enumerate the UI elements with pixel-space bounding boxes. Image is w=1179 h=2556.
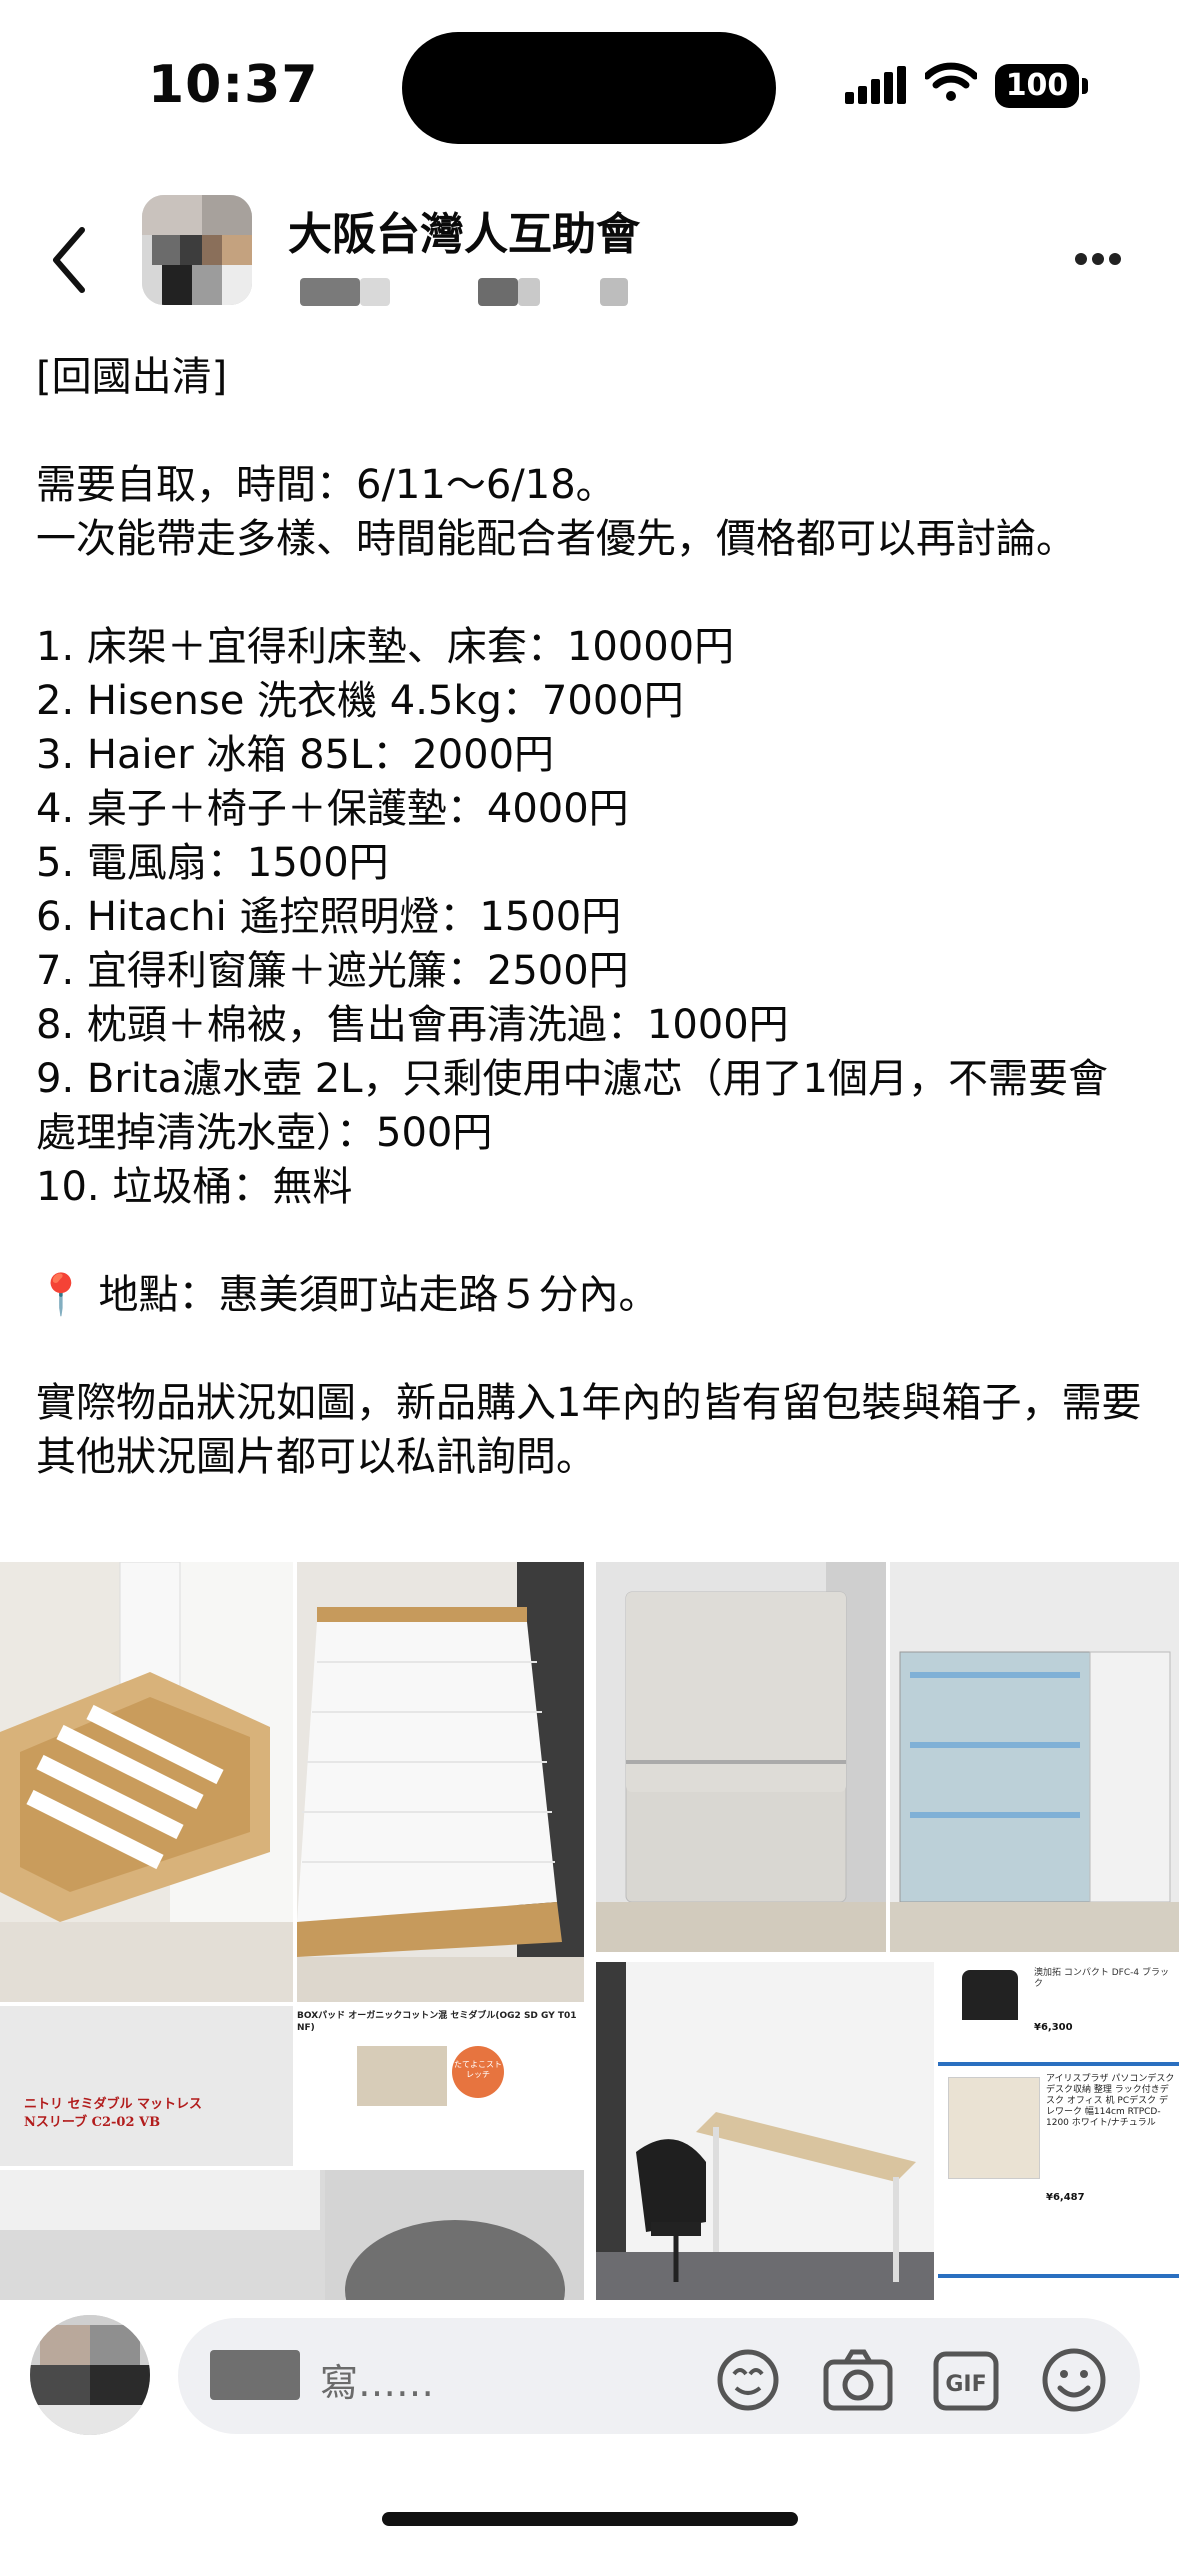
listing-divider [938,2274,1179,2278]
svg-text:GIF: GIF [945,2372,986,2397]
box-pad-title: BOXパッド オーガニックコットン混 セミダブル(OG2 SD GY T01 N… [297,2011,577,2033]
post-body: [回國出清] 需要自取，時間：6/11～6/18。 一次能帶走多樣、時間能配合者… [36,354,1142,1480]
photo-grid: ニトリ セミダブル マットレス Nスリーブ C2-02 VB BOXパッド オー… [0,1562,1179,2302]
desk-listing-2: 澳加拓 コンパクト DFC-4 ブラック [1034,1968,1169,1989]
blurred-author-block [360,278,390,306]
photo-washer[interactable] [0,2170,584,2302]
battery-level: 100 [995,64,1079,108]
home-indicator[interactable] [382,2512,798,2526]
group-avatar[interactable] [142,195,252,305]
cellular-signal-icon [845,66,906,104]
desk-listing-1: アイリスプラザ パソコンデスク デスク収納 整理 ラック付きデスク オフィス 机… [1046,2074,1175,2128]
smiley-icon[interactable] [1038,2344,1110,2416]
blurred-author-block [300,278,360,306]
mattress-label-text: ニトリ セミダブル マットレス Nスリーブ C2-02 VB [24,2097,203,2130]
wifi-icon [925,62,977,101]
comment-placeholder[interactable]: 寫…… [320,2352,434,2407]
chevron-left-icon[interactable] [42,220,102,300]
photo-box-pad-listing[interactable]: BOXパッド オーガニックコットン混 セミダブル(OG2 SD GY T01 N… [297,2006,584,2166]
photo-desk-listing[interactable]: 澳加拓 コンパクト DFC-4 ブラック ¥6,300 アイリスプラザ パソコン… [938,1962,1179,2302]
gif-icon[interactable]: GIF [930,2344,1002,2416]
desk-price-2: ¥6,300 [1034,2022,1073,2033]
more-dots-icon[interactable] [1075,250,1126,269]
blurred-author-block [600,278,628,306]
avatar-sticker-icon[interactable] [712,2344,784,2416]
photo-desk-chair[interactable] [596,1962,934,2302]
camera-icon[interactable] [820,2344,896,2416]
box-pad-image [357,2046,447,2106]
chair-thumbnail [962,1970,1018,2020]
photo-fridge-open[interactable] [890,1562,1179,1952]
status-time: 10:37 [148,55,319,115]
blurred-author-block [210,2350,300,2400]
photo-fridge-closed[interactable] [596,1562,886,1952]
photo-bed-frame[interactable] [0,1562,293,2002]
blurred-author-block [518,278,540,306]
box-pad-badge: たてよこストレッチ [452,2046,504,2098]
group-name[interactable]: 大阪台灣人互助會 [288,198,640,262]
dynamic-island [402,32,776,144]
blurred-author-block [478,278,518,306]
desk-price-1: ¥6,487 [1046,2192,1085,2203]
photo-mattress[interactable] [297,1562,584,2002]
status-bar: 10:37 100 [0,0,1179,170]
avatar[interactable] [30,2315,150,2435]
desk-thumbnail [948,2077,1040,2179]
listing-divider [938,2062,1179,2066]
battery-tip [1082,78,1088,94]
photo-mattress-label[interactable]: ニトリ セミダブル マットレス Nスリーブ C2-02 VB [0,2006,293,2166]
